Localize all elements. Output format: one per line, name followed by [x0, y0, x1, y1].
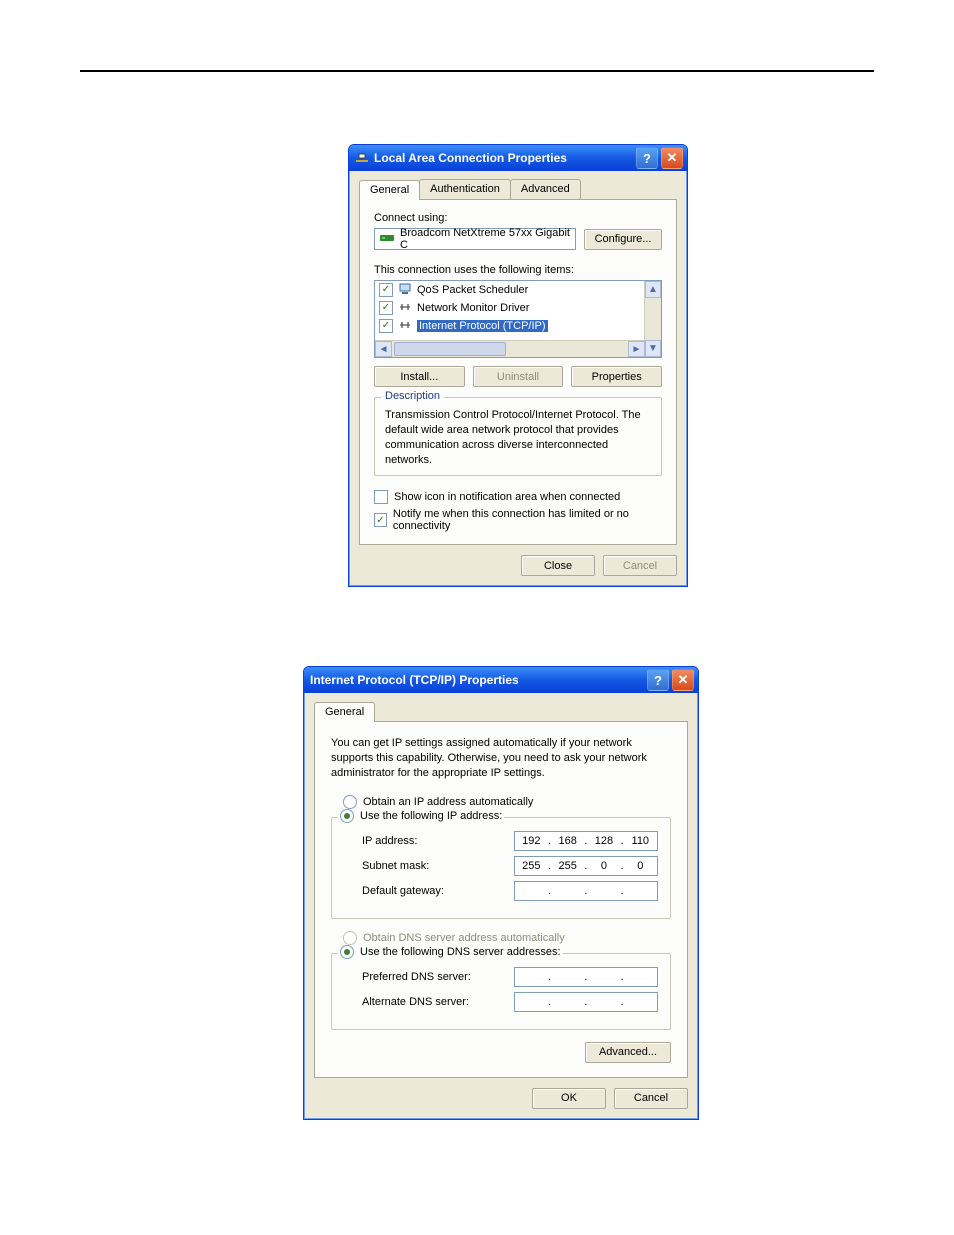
ip-address-input[interactable]: 192. 168. 128. 110	[514, 831, 658, 851]
ok-button[interactable]: OK	[532, 1088, 606, 1109]
preferred-dns-label: Preferred DNS server:	[362, 971, 514, 983]
notify-checkbox[interactable]: ✓ Notify me when this connection has lim…	[374, 508, 662, 532]
close-dialog-button[interactable]: Close	[521, 555, 595, 576]
list-item-label: QoS Packet Scheduler	[417, 284, 528, 296]
checkbox-icon[interactable]: ✓	[374, 513, 387, 527]
network-icon	[355, 151, 369, 165]
default-gateway-input[interactable]: . . .	[514, 881, 658, 901]
ip-octet[interactable]: 192	[517, 835, 545, 847]
subnet-mask-input[interactable]: 255. 255. 0. 0	[514, 856, 658, 876]
window-title: Local Area Connection Properties	[374, 151, 633, 165]
list-item-label: Internet Protocol (TCP/IP)	[417, 320, 548, 332]
radio-obtain-dns-auto: Obtain DNS server address automatically	[343, 931, 671, 945]
install-button[interactable]: Install...	[374, 366, 465, 387]
ip-address-label: IP address:	[362, 835, 514, 847]
vertical-scrollbar[interactable]: ▲ ▼	[644, 281, 661, 357]
ip-octet[interactable]: 0	[590, 860, 618, 872]
tcpip-properties-window: Internet Protocol (TCP/IP) Properties ? …	[303, 666, 699, 1120]
tab-authentication[interactable]: Authentication	[419, 179, 511, 199]
ip-octet[interactable]: 128	[590, 835, 618, 847]
tab-panel-general: Connect using: Broadcom NetXtreme 57xx G…	[359, 199, 677, 545]
show-icon-checkbox[interactable]: Show icon in notification area when conn…	[374, 490, 662, 504]
connect-using-label: Connect using:	[374, 212, 662, 224]
alternate-dns-input[interactable]: . . .	[514, 992, 658, 1012]
advanced-button[interactable]: Advanced...	[585, 1042, 671, 1063]
radio-use-following-dns[interactable]: Use the following DNS server addresses:	[338, 945, 563, 959]
list-item-label: Network Monitor Driver	[417, 302, 529, 314]
intro-text: You can get IP settings assigned automat…	[331, 736, 671, 781]
alternate-dns-label: Alternate DNS server:	[362, 996, 514, 1008]
adapter-name: Broadcom NetXtreme 57xx Gigabit C	[400, 227, 571, 251]
tab-advanced[interactable]: Advanced	[510, 179, 581, 199]
radio-label: Obtain an IP address automatically	[363, 796, 533, 808]
uninstall-button: Uninstall	[473, 366, 564, 387]
cancel-button[interactable]: Cancel	[614, 1088, 688, 1109]
ip-octet[interactable]: 168	[554, 835, 582, 847]
subnet-mask-label: Subnet mask:	[362, 860, 514, 872]
radio-label: Use the following IP address:	[360, 810, 502, 822]
radio-use-following-ip[interactable]: Use the following IP address:	[338, 809, 504, 823]
scroll-left-icon[interactable]: ◄	[375, 341, 392, 357]
scroll-up-icon[interactable]: ▲	[645, 281, 661, 298]
checkbox-icon[interactable]: ✓	[379, 283, 393, 297]
radio-label: Use the following DNS server addresses:	[360, 946, 561, 958]
ip-octet[interactable]: 110	[626, 835, 654, 847]
ip-octet[interactable]: 0	[626, 860, 654, 872]
protocol-icon	[398, 301, 412, 316]
scroll-thumb[interactable]	[394, 342, 506, 356]
tab-general[interactable]: General	[359, 180, 420, 200]
protocol-icon	[398, 319, 412, 334]
list-item[interactable]: ✓ Network Monitor Driver	[375, 299, 661, 317]
preferred-dns-input[interactable]: . . .	[514, 967, 658, 987]
titlebar[interactable]: Internet Protocol (TCP/IP) Properties ? …	[304, 667, 698, 693]
radio-icon[interactable]	[340, 945, 354, 959]
list-item[interactable]: ✓ QoS Packet Scheduler	[375, 281, 661, 299]
properties-button[interactable]: Properties	[571, 366, 662, 387]
window-title: Internet Protocol (TCP/IP) Properties	[310, 673, 644, 687]
description-group: Description Transmission Control Protoco…	[374, 397, 662, 476]
scroll-down-icon[interactable]: ▼	[645, 340, 661, 357]
items-label: This connection uses the following items…	[374, 264, 662, 276]
horizontal-scrollbar[interactable]: ◄ ►	[375, 340, 645, 357]
configure-button[interactable]: Configure...	[584, 229, 662, 250]
manual-ip-group: Use the following IP address: IP address…	[331, 817, 671, 919]
tab-row: General Authentication Advanced	[359, 179, 677, 199]
help-button[interactable]: ?	[636, 147, 658, 169]
radio-icon[interactable]	[340, 809, 354, 823]
radio-icon	[343, 931, 357, 945]
cancel-button: Cancel	[603, 555, 677, 576]
checkbox-icon[interactable]	[374, 490, 388, 504]
radio-label: Obtain DNS server address automatically	[363, 932, 565, 944]
protocol-icon	[398, 283, 412, 298]
default-gateway-label: Default gateway:	[362, 885, 514, 897]
help-button[interactable]: ?	[647, 669, 669, 691]
radio-obtain-ip-auto[interactable]: Obtain an IP address automatically	[343, 795, 671, 809]
adapter-field[interactable]: Broadcom NetXtreme 57xx Gigabit C	[374, 228, 576, 250]
notify-label: Notify me when this connection has limit…	[393, 508, 662, 532]
tab-row: General	[314, 701, 688, 721]
titlebar[interactable]: Local Area Connection Properties ? ✕	[349, 145, 687, 171]
scroll-right-icon[interactable]: ►	[628, 341, 645, 357]
tab-general[interactable]: General	[314, 702, 375, 722]
list-item[interactable]: ✓ Internet Protocol (TCP/IP)	[375, 317, 661, 335]
manual-dns-group: Use the following DNS server addresses: …	[331, 953, 671, 1030]
ip-octet[interactable]: 255	[517, 860, 545, 872]
page-divider	[80, 70, 874, 72]
tab-panel-general: You can get IP settings assigned automat…	[314, 721, 688, 1078]
radio-icon[interactable]	[343, 795, 357, 809]
ip-octet[interactable]: 255	[554, 860, 582, 872]
show-icon-label: Show icon in notification area when conn…	[394, 491, 620, 503]
description-text: Transmission Control Protocol/Internet P…	[385, 408, 651, 467]
close-button[interactable]: ✕	[661, 147, 683, 169]
adapter-icon	[379, 233, 395, 246]
local-area-connection-window: Local Area Connection Properties ? ✕ Gen…	[348, 144, 688, 587]
checkbox-icon[interactable]: ✓	[379, 301, 393, 315]
connection-items-listbox[interactable]: ✓ QoS Packet Scheduler ✓ Network Monitor…	[374, 280, 662, 358]
close-button[interactable]: ✕	[672, 669, 694, 691]
checkbox-icon[interactable]: ✓	[379, 319, 393, 333]
description-legend: Description	[381, 390, 444, 402]
